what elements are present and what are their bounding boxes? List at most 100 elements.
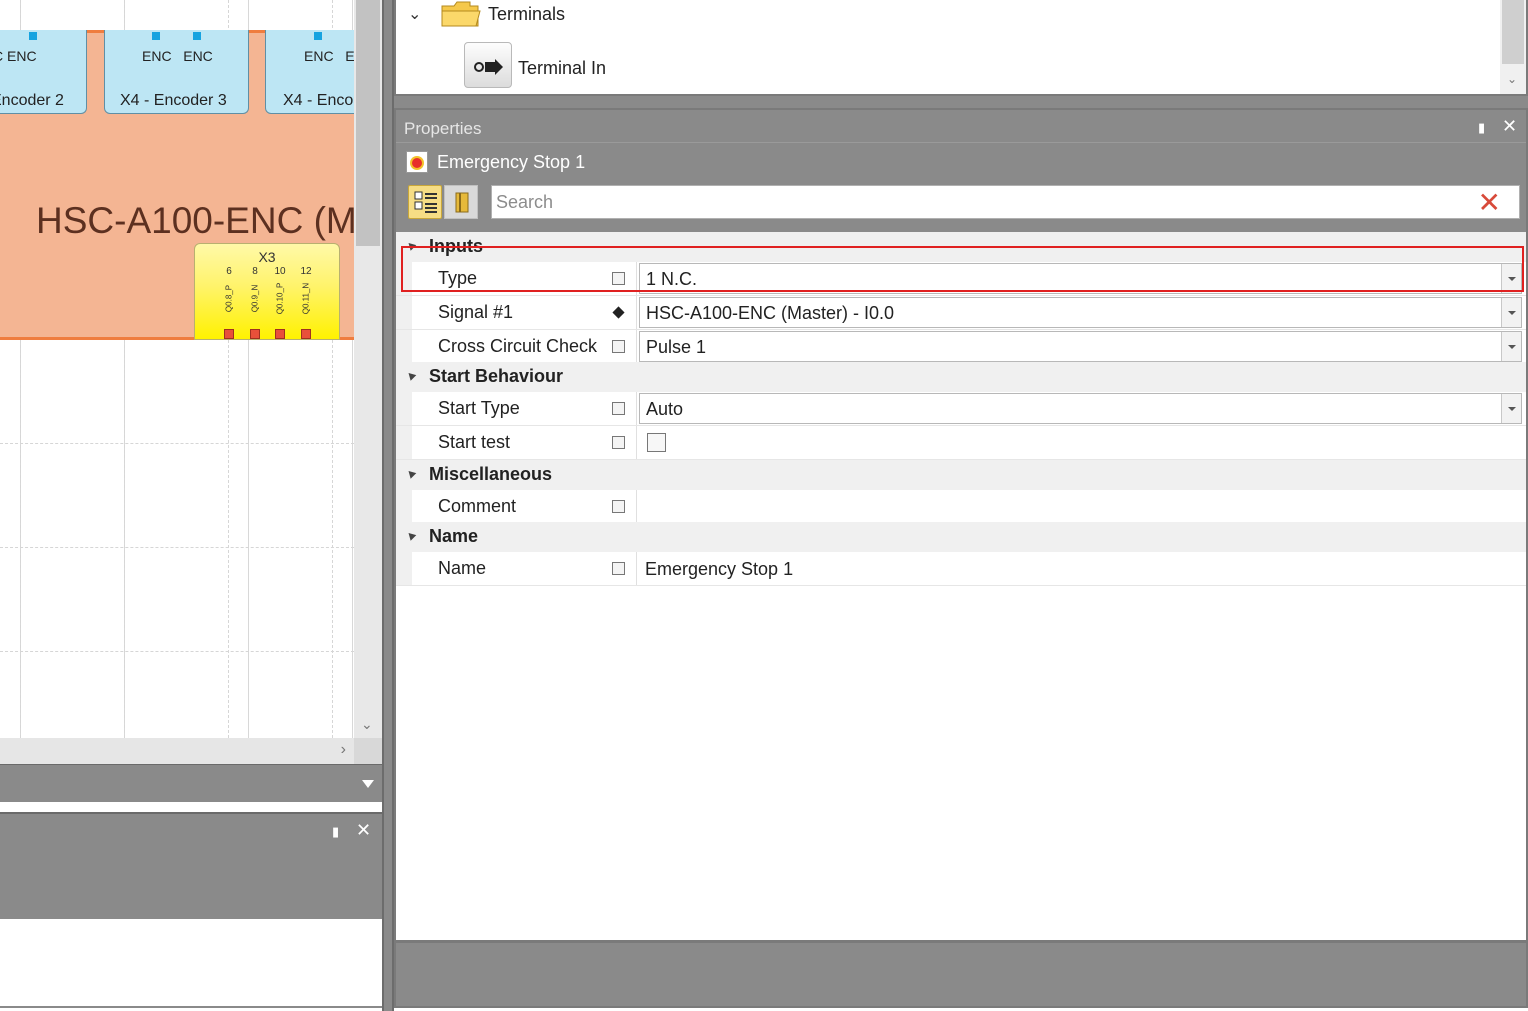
start-type-combobox[interactable]: Auto	[639, 393, 1522, 424]
dropdown-arrow-icon[interactable]	[1501, 332, 1521, 361]
column-separator	[636, 392, 637, 425]
grid-line	[0, 547, 354, 548]
cross-circuit-combobox[interactable]: Pulse 1	[639, 331, 1522, 362]
column-separator	[636, 296, 637, 329]
close-icon[interactable]: ✕	[356, 820, 371, 841]
enc-pin[interactable]	[314, 32, 322, 40]
row-gutter	[396, 262, 412, 295]
category-start-behaviour[interactable]: Start Behaviour	[396, 362, 1526, 392]
property-name: Signal #1	[438, 302, 514, 322]
canvas-horizontal-scrollbar[interactable]: ›	[0, 738, 354, 764]
x3-pin[interactable]	[224, 329, 234, 339]
toolbox-item-label[interactable]: Terminal In	[518, 58, 606, 79]
property-row-comment[interactable]: Comment	[396, 490, 1526, 524]
property-name: Comment	[438, 496, 517, 516]
dropdown-arrow-icon[interactable]	[1501, 298, 1521, 327]
value-source-icon[interactable]	[612, 272, 625, 285]
category-inputs[interactable]: Inputs	[396, 232, 1526, 262]
encoder-block-3[interactable]: ENC ENC X4 - Encoder 3	[104, 30, 249, 114]
clear-search-icon[interactable]: ✕	[1478, 186, 1501, 220]
collapse-triangle-icon[interactable]	[405, 468, 417, 479]
comment-field[interactable]	[639, 491, 1522, 522]
property-row-start-test[interactable]: Start test	[396, 426, 1526, 460]
search-box[interactable]: ✕	[491, 185, 1520, 219]
scrollbar-thumb[interactable]	[1502, 0, 1524, 64]
row-gutter	[396, 330, 412, 363]
scroll-down-icon[interactable]: ⌄	[361, 716, 373, 733]
encoder-block-2[interactable]: C ENC Encoder 2	[0, 30, 87, 114]
canvas-vertical-scrollbar[interactable]: ⌄	[354, 0, 382, 738]
categorized-view-button[interactable]	[408, 185, 442, 219]
property-row-name[interactable]: Name Emergency Stop 1	[396, 552, 1526, 586]
collapse-triangle-icon[interactable]	[405, 370, 417, 381]
signal-combobox[interactable]: HSC-A100-ENC (Master) - I0.0	[639, 297, 1522, 328]
row-gutter	[396, 296, 412, 329]
terminal-in-icon[interactable]	[464, 42, 512, 88]
property-name: Cross Circuit Check	[438, 336, 598, 356]
column-separator	[636, 552, 637, 585]
combobox-value: 1 N.C.	[646, 269, 698, 289]
pin-icon[interactable]: ▮	[332, 824, 339, 840]
search-input[interactable]	[496, 190, 1456, 214]
property-row-type[interactable]: Type 1 N.C.	[396, 262, 1526, 296]
row-gutter	[396, 392, 412, 425]
panel-gap	[0, 802, 382, 812]
row-gutter	[396, 426, 412, 459]
scrollbar-corner	[354, 738, 382, 764]
close-icon[interactable]: ✕	[1502, 116, 1517, 137]
dropdown-arrow-icon[interactable]	[362, 780, 374, 788]
scroll-right-icon[interactable]: ›	[341, 741, 346, 759]
category-miscellaneous[interactable]: Miscellaneous	[396, 460, 1526, 490]
start-test-checkbox[interactable]	[647, 433, 666, 452]
property-row-signal[interactable]: Signal #1 HSC-A100-ENC (Master) - I0.0	[396, 296, 1526, 330]
value-source-icon[interactable]	[612, 402, 625, 415]
enc-pin-labels: C ENC	[0, 48, 37, 64]
encoder-block-4[interactable]: ENC EI X4 - Enco	[265, 30, 354, 114]
enc-pin[interactable]	[152, 32, 160, 40]
property-grid: Inputs Type 1 N.C. Signal #1 HSC-A100-EN…	[396, 232, 1526, 940]
row-gutter	[396, 490, 412, 523]
category-name[interactable]: Name	[396, 522, 1526, 552]
chevron-down-icon[interactable]: ⌄	[408, 4, 421, 24]
enc-pin-labels: ENC ENC	[142, 48, 213, 64]
property-row-start-type[interactable]: Start Type Auto	[396, 392, 1526, 426]
x3-pin[interactable]	[250, 329, 260, 339]
enc-pin[interactable]	[29, 32, 37, 40]
name-field[interactable]: Emergency Stop 1	[639, 553, 1522, 584]
value-source-icon[interactable]	[612, 340, 625, 353]
column-separator	[636, 262, 637, 295]
combobox-value: Pulse 1	[646, 337, 707, 357]
scroll-down-icon[interactable]: ⌄	[1507, 72, 1517, 86]
type-combobox[interactable]: 1 N.C.	[639, 263, 1522, 294]
linked-diamond-icon[interactable]	[612, 306, 625, 319]
property-pages-button[interactable]	[444, 185, 478, 219]
categorized-icon	[414, 191, 437, 213]
toolbox-folder-label[interactable]: Terminals	[488, 4, 565, 25]
scrollbar-thumb[interactable]	[356, 0, 380, 246]
encoder-name: Encoder 2	[0, 92, 64, 109]
value-source-icon[interactable]	[612, 500, 625, 513]
x3-connector-block[interactable]: X3 6 8 10 12 Q0.8_P Q0.9_N Q0.10_P Q0.11…	[194, 243, 340, 340]
category-label: Name	[429, 526, 479, 546]
vertical-splitter[interactable]	[382, 0, 394, 1011]
collapse-triangle-icon[interactable]	[405, 240, 417, 251]
x3-signal-label: Q0.8_P	[224, 284, 234, 313]
pin-icon[interactable]: ▮	[1478, 120, 1485, 136]
toolbox-scrollbar[interactable]: ⌄	[1500, 0, 1526, 94]
property-row-cross-circuit-check[interactable]: Cross Circuit Check Pulse 1	[396, 330, 1526, 364]
collapse-triangle-icon[interactable]	[405, 530, 417, 541]
x3-pin[interactable]	[275, 329, 285, 339]
value-source-icon[interactable]	[612, 562, 625, 575]
enc-pin-labels: ENC EI	[304, 48, 354, 64]
encoder-name: X4 - Enco	[283, 92, 354, 109]
x3-title: X3	[258, 249, 276, 265]
x3-pin[interactable]	[301, 329, 311, 339]
dropdown-arrow-icon[interactable]	[1501, 394, 1521, 423]
grid-line	[0, 651, 354, 652]
column-separator	[636, 426, 637, 459]
design-canvas[interactable]: HSC-A100-ENC (Mas C ENC Encoder 2 ENC EN…	[0, 0, 354, 738]
value-source-icon[interactable]	[612, 436, 625, 449]
dropdown-arrow-icon[interactable]	[1501, 264, 1521, 293]
panel-title: Properties	[404, 119, 482, 138]
enc-pin[interactable]	[193, 32, 201, 40]
